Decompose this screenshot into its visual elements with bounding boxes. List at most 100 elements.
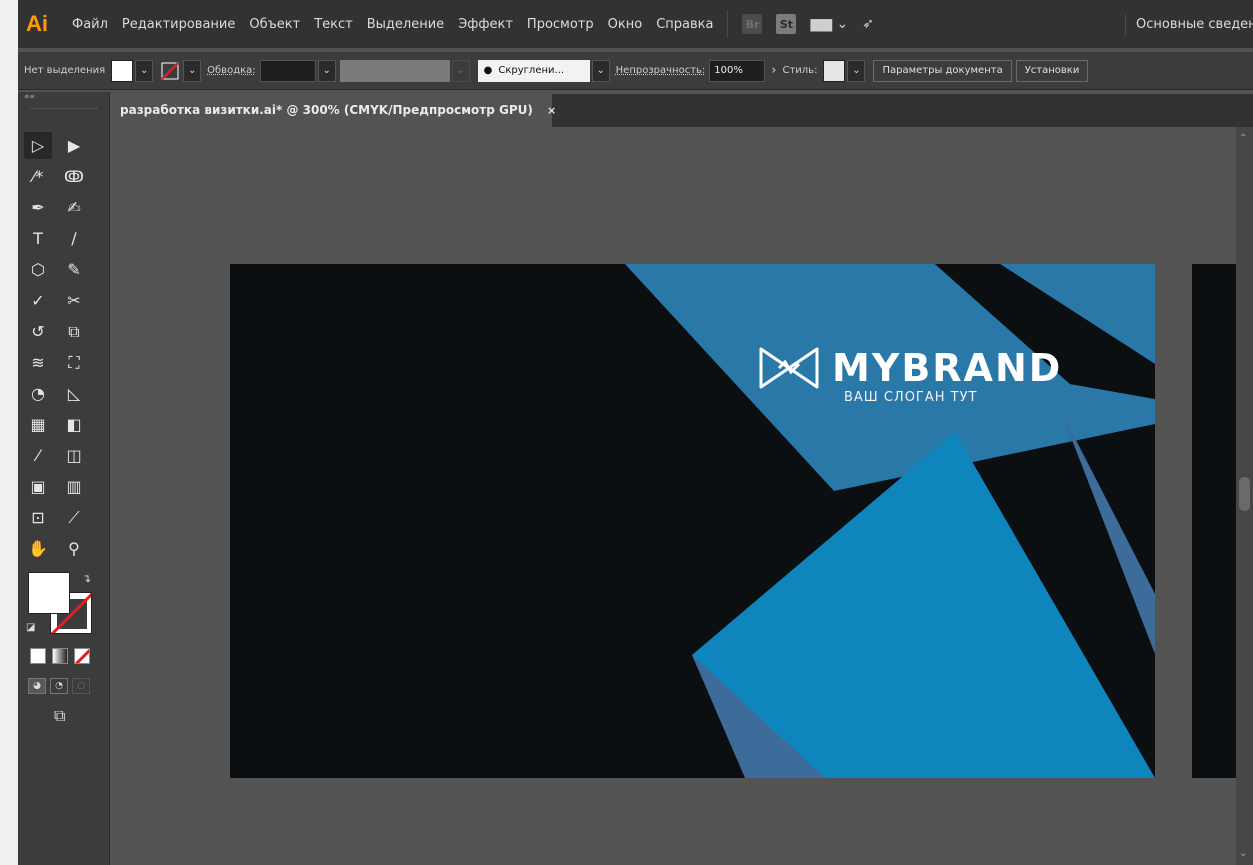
perspective-grid-tool-icon[interactable]: ◺ [60, 380, 88, 407]
artboard-artwork [625, 264, 1155, 778]
document-setup-button[interactable]: Параметры документа [873, 59, 1012, 82]
stroke-dropdown[interactable]: ⌄ [183, 59, 202, 82]
gradient-mode-icon[interactable] [52, 648, 68, 664]
artboard[interactable]: MYBRAND ВАШ СЛОГАН ТУТ [230, 264, 1155, 778]
scissors-tool-icon[interactable]: ✂ [60, 287, 88, 314]
brush-definition[interactable]: ● Скруглени... [477, 59, 590, 82]
magic-wand-tool-icon[interactable]: ⁄* [24, 163, 52, 190]
workspace-switcher[interactable]: Основные сведения [1125, 14, 1253, 36]
selection-status: Нет выделения [24, 65, 106, 76]
second-artboard-edge[interactable] [1192, 264, 1236, 778]
menu-select[interactable]: Выделение [367, 17, 444, 32]
swap-colors-icon[interactable]: ↴ [82, 572, 91, 585]
opacity-label[interactable]: Непрозрачность: [616, 65, 706, 76]
fill-stroke-widget: ↴ ◪ [26, 570, 96, 640]
bridge-button[interactable]: Br [742, 14, 763, 34]
draw-inside-icon[interactable]: ○ [72, 678, 90, 694]
fill-color-box[interactable] [28, 572, 70, 614]
style-label: Стиль: [782, 65, 818, 76]
brand-slogan: ВАШ СЛОГАН ТУТ [844, 390, 978, 405]
gradient-tool-icon[interactable]: ◧ [60, 411, 88, 438]
menu-view[interactable]: Просмотр [527, 17, 594, 32]
type-tool-icon[interactable]: T [24, 225, 52, 252]
document-tab-bar: разработка визитки.ai* @ 300% (CMYK/Пред… [110, 94, 1253, 127]
free-transform-tool-icon[interactable]: ⛶ [60, 349, 88, 376]
profile-dropdown: ⌄ [451, 59, 470, 82]
zoom-tool-icon[interactable]: ⚲ [60, 535, 88, 562]
warp-tool-icon[interactable]: ≋ [24, 349, 52, 376]
fill-dropdown[interactable]: ⌄ [135, 59, 154, 82]
menu-bar: Ai Файл Редактирование Объект Текст Выде… [18, 0, 1253, 48]
panel-collapse-icon[interactable]: «« [18, 92, 109, 106]
bowtie-logo-icon [759, 347, 819, 389]
menu-help[interactable]: Справка [656, 17, 713, 32]
opacity-input[interactable]: 100% [709, 59, 766, 82]
control-bar: Нет выделения ⌄ ⌄ Обводка: ⌄ ⌄ ● Скруглен… [18, 52, 1253, 90]
document-tab[interactable]: разработка визитки.ai* @ 300% (CMYK/Пред… [110, 94, 556, 127]
stroke-label[interactable]: Обводка: [207, 65, 256, 76]
lasso-tool-icon[interactable]: ↂ [60, 163, 88, 190]
stroke-weight-dropdown[interactable]: ⌄ [317, 59, 336, 82]
color-mode-row [30, 648, 90, 664]
gpu-performance-icon[interactable]: ➶ [862, 16, 874, 32]
screen-mode-icon[interactable]: ⧉ [54, 706, 80, 726]
draw-mode-row: ◕ ◔ ○ [28, 678, 90, 694]
tool-grid: ▷ ▶ ⁄* ↂ ✒ ✍ T ∕ ⬡ ✎ ✓ ✂ ↺ ⧉ ≋ ⛶ ◔ ◺ ▦ ◧… [24, 132, 106, 562]
default-colors-icon[interactable]: ◪ [26, 622, 35, 633]
column-graph-tool-icon[interactable]: ▥ [60, 473, 88, 500]
menu-file[interactable]: Файл [72, 17, 108, 32]
scroll-up-icon[interactable]: ⌃ [1239, 133, 1247, 144]
left-screen-edge [0, 0, 18, 865]
opacity-arrow-icon[interactable]: › [771, 63, 776, 78]
menu-window[interactable]: Окно [608, 17, 643, 32]
none-mode-icon[interactable] [74, 648, 90, 664]
artboard-tool-icon[interactable]: ⊡ [24, 504, 52, 531]
menu-edit[interactable]: Редактирование [122, 17, 235, 32]
menu-effect[interactable]: Эффект [458, 17, 513, 32]
color-mode-icon[interactable] [30, 648, 46, 664]
symbol-sprayer-tool-icon[interactable]: ▣ [24, 473, 52, 500]
fill-swatch[interactable] [111, 59, 134, 82]
preferences-button[interactable]: Установки [1015, 59, 1089, 82]
variable-width-profile[interactable] [339, 59, 450, 82]
brand-name: MYBRAND [832, 346, 1063, 390]
mesh-tool-icon[interactable]: ▦ [24, 411, 52, 438]
scale-tool-icon[interactable]: ⧉ [60, 318, 88, 345]
stroke-none-icon [161, 61, 180, 80]
menu-object[interactable]: Объект [249, 17, 300, 32]
draw-behind-icon[interactable]: ◔ [50, 678, 68, 694]
style-swatch[interactable] [823, 59, 846, 82]
scrollbar-thumb[interactable] [1239, 477, 1250, 511]
eyedropper-tool-icon[interactable]: ⁄ [24, 442, 52, 469]
shape-tool-icon[interactable]: ⬡ [24, 256, 52, 283]
brand-lockup: MYBRAND [758, 346, 1062, 390]
scroll-down-icon[interactable]: ⌄ [1239, 848, 1247, 859]
hand-tool-icon[interactable]: ✋ [24, 535, 52, 562]
paintbrush-tool-icon[interactable]: ✎ [60, 256, 88, 283]
close-tab-icon[interactable]: × [547, 104, 556, 117]
arrange-documents-icon[interactable]: ▆▆ ⌄ [810, 16, 848, 32]
menu-type[interactable]: Текст [314, 17, 353, 32]
pen-tool-icon[interactable]: ✒ [24, 194, 52, 221]
rotate-tool-icon[interactable]: ↺ [24, 318, 52, 345]
blend-tool-icon[interactable]: ◫ [60, 442, 88, 469]
slice-tool-icon[interactable]: ⟋ [60, 504, 88, 531]
stroke-weight-input[interactable] [259, 59, 316, 82]
brush-label: Скруглени... [498, 65, 565, 76]
style-dropdown[interactable]: ⌄ [847, 59, 866, 82]
shape-builder-tool-icon[interactable]: ◔ [24, 380, 52, 407]
stock-button[interactable]: St [776, 14, 797, 34]
direct-selection-tool-icon[interactable]: ▶ [60, 132, 88, 159]
document-tab-title: разработка визитки.ai* @ 300% (CMYK/Пред… [120, 103, 533, 117]
selection-tool-icon[interactable]: ▷ [24, 132, 52, 159]
vertical-scrollbar[interactable]: ⌃ ⌄ [1236, 127, 1253, 865]
draw-normal-icon[interactable]: ◕ [28, 678, 46, 694]
line-tool-icon[interactable]: ∕ [60, 225, 88, 252]
app-logo: Ai [26, 11, 48, 36]
none-slash-icon [75, 649, 89, 663]
stroke-swatch[interactable] [159, 59, 182, 82]
curvature-tool-icon[interactable]: ✍ [60, 194, 88, 221]
panel-grip[interactable] [30, 108, 97, 118]
shaper-tool-icon[interactable]: ✓ [24, 287, 52, 314]
brush-dropdown[interactable]: ⌄ [591, 59, 610, 82]
